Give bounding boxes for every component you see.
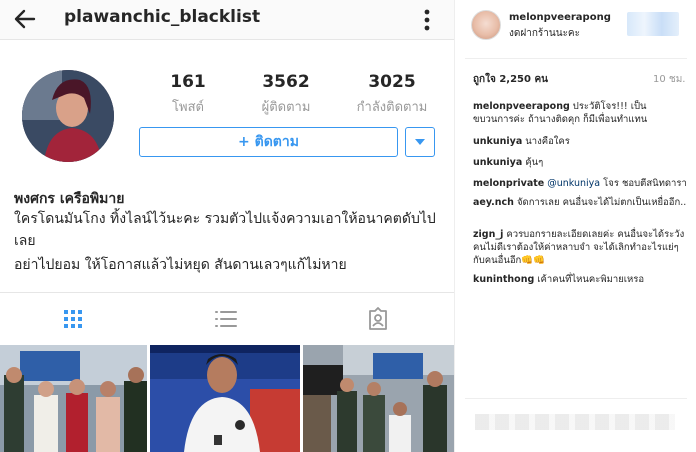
stat-following-value: 3025 xyxy=(368,72,416,92)
comment-username[interactable]: kuninthong xyxy=(473,274,534,285)
stat-posts[interactable]: 161 โพสต์ xyxy=(160,72,216,117)
stat-following[interactable]: 3025 กำลังติดตาม xyxy=(342,72,442,117)
stat-posts-value: 161 xyxy=(170,72,206,92)
comment-item: unkuniya คุ้นๆ xyxy=(473,156,687,169)
stat-followers-value: 3562 xyxy=(262,72,310,92)
post-thumbnail-1[interactable] xyxy=(0,345,147,452)
post-location[interactable]: งดฝากร้านนะคะ xyxy=(509,26,580,41)
comment-username[interactable]: aey.nch xyxy=(473,197,514,208)
comment-item: zign_j ควรบอกรายละเอียดเลยค่ะ คนอื่นจะได… xyxy=(473,228,687,267)
blurred-button[interactable] xyxy=(627,12,679,36)
divider xyxy=(465,398,687,399)
back-arrow-icon[interactable] xyxy=(12,6,38,32)
stat-following-label: กำลังติดตาม xyxy=(356,100,428,115)
comment-text: เค้าคนที่ไหนคะพิมายเหรอ xyxy=(537,274,645,285)
comment-item: aey.nch จัดการเลย คนอื่นจะได้ไม่ตกเป็นเห… xyxy=(473,196,687,209)
post-thumbnail-2[interactable] xyxy=(150,345,300,452)
comment-item: melonprivate @unkuniya โจร ชอบตีสนิทดารา xyxy=(473,177,687,190)
comment-text: นางคือใคร xyxy=(525,136,570,147)
comment-username[interactable]: zign_j xyxy=(473,229,503,240)
comment-text: โจร ชอบตีสนิทดารา xyxy=(603,178,687,189)
follow-button[interactable]: + ติดตาม xyxy=(139,127,398,157)
comment-text: คุ้นๆ xyxy=(525,157,544,168)
post-comments-panel: melonpveerapong งดฝากร้านนะคะ ถูกใจ 2,25… xyxy=(454,0,696,452)
comment-mention[interactable]: @unkuniya xyxy=(547,178,600,189)
comment-text: จัดการเลย คนอื่นจะได้ไม่ตกเป็นเหยื่ออีก.… xyxy=(516,197,687,208)
comment-item: kuninthong เค้าคนที่ไหนคะพิมายเหรอ xyxy=(473,273,687,286)
tagged-person-icon[interactable] xyxy=(366,307,390,331)
comment-text: ควรบอกรายละเอียดเลยค่ะ คนอื่นจะได้ระวัง … xyxy=(473,229,685,266)
comment-item: melonpveerapong ประวัติโจร!!! เป็นขบวนกา… xyxy=(473,100,687,126)
profile-full-name: พงศกร เครือพิมาย xyxy=(14,191,125,207)
profile-avatar[interactable] xyxy=(22,70,114,162)
grid-icon[interactable] xyxy=(61,307,85,331)
stat-posts-label: โพสต์ xyxy=(172,100,204,115)
follow-dropdown-button[interactable] xyxy=(405,127,435,157)
profile-tabs xyxy=(0,292,454,342)
list-icon[interactable] xyxy=(214,307,238,331)
poster-avatar[interactable] xyxy=(471,10,501,40)
likes-count[interactable]: ถูกใจ 2,250 คน xyxy=(473,72,548,87)
comment-username[interactable]: melonpveerapong xyxy=(473,101,570,112)
bio-line-1: ใครโดนมันโกง ทิ้งไลน์ไว้นะคะ รวมตัวไปแจ้… xyxy=(14,211,436,227)
bio-line-2: เลย xyxy=(14,233,36,249)
stat-followers[interactable]: 3562 ผู้ติดตาม xyxy=(246,72,326,117)
comment-username[interactable]: melonprivate xyxy=(473,178,544,189)
more-vertical-icon[interactable] xyxy=(420,6,434,34)
profile-username: plawanchic_blacklist xyxy=(64,7,261,27)
comment-item: unkuniya นางคือใคร xyxy=(473,135,687,148)
top-bar: plawanchic_blacklist xyxy=(0,0,454,40)
profile-panel: plawanchic_blacklist 161 โพสต์ 3562 ผู้ต… xyxy=(0,0,454,452)
chevron-down-icon xyxy=(415,139,425,145)
bio-line-3: อย่าไปยอม ให้โอกาสแล้วไม่หยุด สันดานเลวๆ… xyxy=(14,257,347,273)
post-thumbnail-3[interactable] xyxy=(303,345,454,452)
divider xyxy=(465,58,687,59)
comment-username[interactable]: unkuniya xyxy=(473,136,522,147)
post-time: 10 ชม. xyxy=(653,74,686,85)
poster-username[interactable]: melonpveerapong xyxy=(509,12,611,23)
comment-username[interactable]: unkuniya xyxy=(473,157,522,168)
blurred-comment-input[interactable] xyxy=(475,414,675,430)
stat-followers-label: ผู้ติดตาม xyxy=(261,100,311,115)
